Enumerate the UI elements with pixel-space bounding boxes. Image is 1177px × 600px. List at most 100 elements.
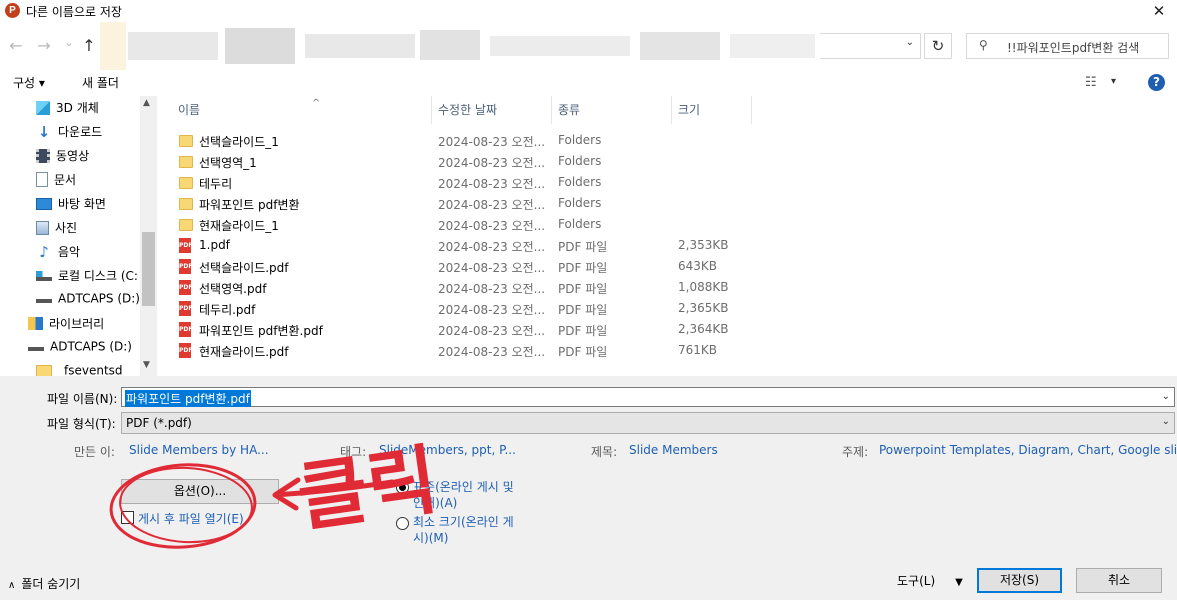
column-name-label: 이름 [178,103,201,117]
cancel-button[interactable]: 취소 [1076,568,1162,593]
save-options-area: 파일 이름(N): 파워포인트 pdf변환.pdf ⌄ 파일 형식(T): PD… [0,376,1177,600]
nav-item-videos[interactable]: 동영상 [36,147,89,169]
title-value[interactable]: Slide Members [629,443,718,457]
column-header-name[interactable]: 이름 ^ [172,96,432,124]
subject-value[interactable]: Powerpoint Templates, Diagram, Chart, Go… [879,443,1177,457]
nav-scrollbar[interactable]: ▲ ▼ [140,96,157,376]
nav-item-adtcaps-d-2[interactable]: ADTCAPS (D:) [28,339,132,361]
search-input[interactable]: ⚲ !!파워포인트pdf변환 검색 [966,33,1169,59]
pdf-file-icon: PDF [179,238,192,253]
file-row[interactable]: PDF 테두리.pdf 2024-08-23 오전... PDF 파일 2,365KB [173,298,773,319]
nav-label: 다운로드 [58,125,103,139]
file-row[interactable]: 선택슬라이드_1 2024-08-23 오전... Folders [173,130,773,151]
filetype-value: PDF (*.pdf) [126,416,192,430]
file-size: 2,353KB [678,238,729,252]
nav-item-adtcaps-d[interactable]: ADTCAPS (D:) [36,291,140,313]
nav-item-downloads[interactable]: ↓ 다운로드 [36,123,102,145]
tags-value[interactable]: SlideMembers, ppt, P... [379,443,516,457]
file-name: 선택슬라이드_1 [199,135,279,149]
nav-item-libraries[interactable]: 라이브러리 [28,315,104,337]
minimum-size-radio-label[interactable]: 최소 크기(온라인 게 시)(M) [413,514,514,546]
file-size: 643KB [678,259,718,273]
file-date: 2024-08-23 오전... [438,261,546,275]
file-date: 2024-08-23 오전... [438,324,546,338]
navigation-pane: 3D 개체 ↓ 다운로드 동영상 문서 바탕 화면 사진 ♪ 음악 로컬 디스크 (… [0,96,157,376]
file-name: 파워포인트 pdf변환.pdf [199,324,323,338]
nav-item-fseventsd[interactable]: _fseventsd [36,363,123,376]
filetype-select[interactable]: PDF (*.pdf) ⌄ [121,412,1175,434]
hide-folders-button[interactable]: ∧ 폴더 숨기기 [8,575,80,592]
file-name: 파워포인트 pdf변환 [199,198,300,212]
file-row[interactable]: PDF 선택슬라이드.pdf 2024-08-23 오전... PDF 파일 643KB [173,256,773,277]
view-chevron-icon[interactable]: ▾ [1111,76,1116,87]
file-row[interactable]: PDF 현재슬라이드.pdf 2024-08-23 오전... PDF 파일 761KB [173,340,773,361]
standard-radio-label[interactable]: 표준(온라인 게시 및 인쇄)(A) [413,479,514,511]
refresh-button[interactable]: ↻ [924,33,952,59]
view-options-icon[interactable]: ☷ [1085,75,1097,90]
standard-radio[interactable] [396,481,409,494]
file-type: PDF 파일 [558,303,608,317]
file-date: 2024-08-23 오전... [438,303,546,317]
file-size: 1,088KB [678,280,729,294]
file-row[interactable]: PDF 파워포인트 pdf변환.pdf 2024-08-23 오전... PDF 파일… [173,319,773,340]
file-list-pane: 이름 ^ 수정한 날짜 종류 크기 선택슬라이드_1 2024-08-23 오전.… [157,96,1177,376]
title-bar: P 다른 이름으로 저장 ✕ [0,0,1177,22]
close-button[interactable]: ✕ [1147,0,1171,22]
file-date: 2024-08-23 오전... [438,219,546,233]
nav-label: ADTCAPS (D:) [58,291,140,306]
nav-label: 음악 [58,245,81,259]
file-row[interactable]: 파워포인트 pdf변환 2024-08-23 오전... Folders [173,193,773,214]
file-name: 테두리.pdf [199,303,256,317]
minimum-size-radio[interactable] [396,517,409,530]
file-row[interactable]: PDF 선택영역.pdf 2024-08-23 오전... PDF 파일 1,088KB [173,277,773,298]
chevron-down-icon: ⌄ [905,37,914,48]
chevron-down-icon[interactable]: ⌄ [1162,391,1170,402]
options-button[interactable]: 옵션(O)... [121,479,279,504]
up-arrow-icon[interactable]: ↑ [80,37,98,55]
drive-icon [36,294,52,303]
pictures-icon [36,220,49,235]
file-type: PDF 파일 [558,345,608,359]
nav-item-pictures[interactable]: 사진 [36,219,77,241]
nav-item-local-disk-c[interactable]: 로컬 디스크 (C: [36,267,138,289]
nav-item-documents[interactable]: 문서 [36,171,76,193]
column-header-size[interactable]: 크기 [672,96,752,124]
file-name: 선택영역_1 [199,156,257,170]
new-folder-button[interactable]: 새 폴더 [82,74,119,91]
file-row[interactable]: 현재슬라이드_1 2024-08-23 오전... Folders [173,214,773,235]
chevron-down-icon[interactable]: ⌄ [1162,416,1170,427]
tools-button[interactable]: 도구(L) ▼ [897,572,963,589]
column-header-modified[interactable]: 수정한 날짜 [432,96,552,124]
filename-input[interactable]: 파워포인트 pdf변환.pdf ⌄ [121,387,1175,407]
minimum-label-line1: 최소 크기(온라인 게 [413,515,514,529]
nav-item-desktop[interactable]: 바탕 화면 [36,195,106,217]
organize-button[interactable]: 구성 ▾ [13,74,45,91]
nav-item-music[interactable]: ♪ 음악 [36,243,80,265]
file-row[interactable]: 테두리 2024-08-23 오전... Folders [173,172,773,193]
folder-icon [179,135,193,147]
file-name: 테두리 [199,177,233,191]
save-button[interactable]: 저장(S) [977,568,1062,593]
address-dropdown[interactable]: ⌄ [820,33,921,59]
author-value[interactable]: Slide Members by HA... [129,443,269,457]
file-size: 2,364KB [678,322,729,336]
file-date: 2024-08-23 오전... [438,345,546,359]
column-header-type[interactable]: 종류 [552,96,672,124]
scrollbar-thumb[interactable] [142,232,155,306]
file-row[interactable]: PDF 1.pdf 2024-08-23 오전... PDF 파일 2,353KB [173,235,773,256]
back-arrow-icon[interactable]: ← [7,37,25,55]
pdf-file-icon: PDF [179,322,192,337]
folder-icon [179,219,193,231]
open-after-publish-label[interactable]: 게시 후 파일 열기(E) [138,510,244,527]
file-row[interactable]: 선택영역_1 2024-08-23 오전... Folders [173,151,773,172]
nav-label: _fseventsd [58,363,123,377]
recent-locations-chevron-icon[interactable]: ⌄ [60,34,78,52]
nav-item-3d-objects[interactable]: 3D 개체 [36,99,99,121]
address-path-blurred[interactable] [100,22,820,70]
scroll-down-icon[interactable]: ▼ [143,360,150,370]
scroll-up-icon[interactable]: ▲ [143,98,150,108]
help-icon[interactable]: ? [1148,74,1165,91]
forward-arrow-icon[interactable]: → [35,37,53,55]
open-after-publish-checkbox[interactable] [121,511,134,524]
window-title: 다른 이름으로 저장 [26,5,122,19]
